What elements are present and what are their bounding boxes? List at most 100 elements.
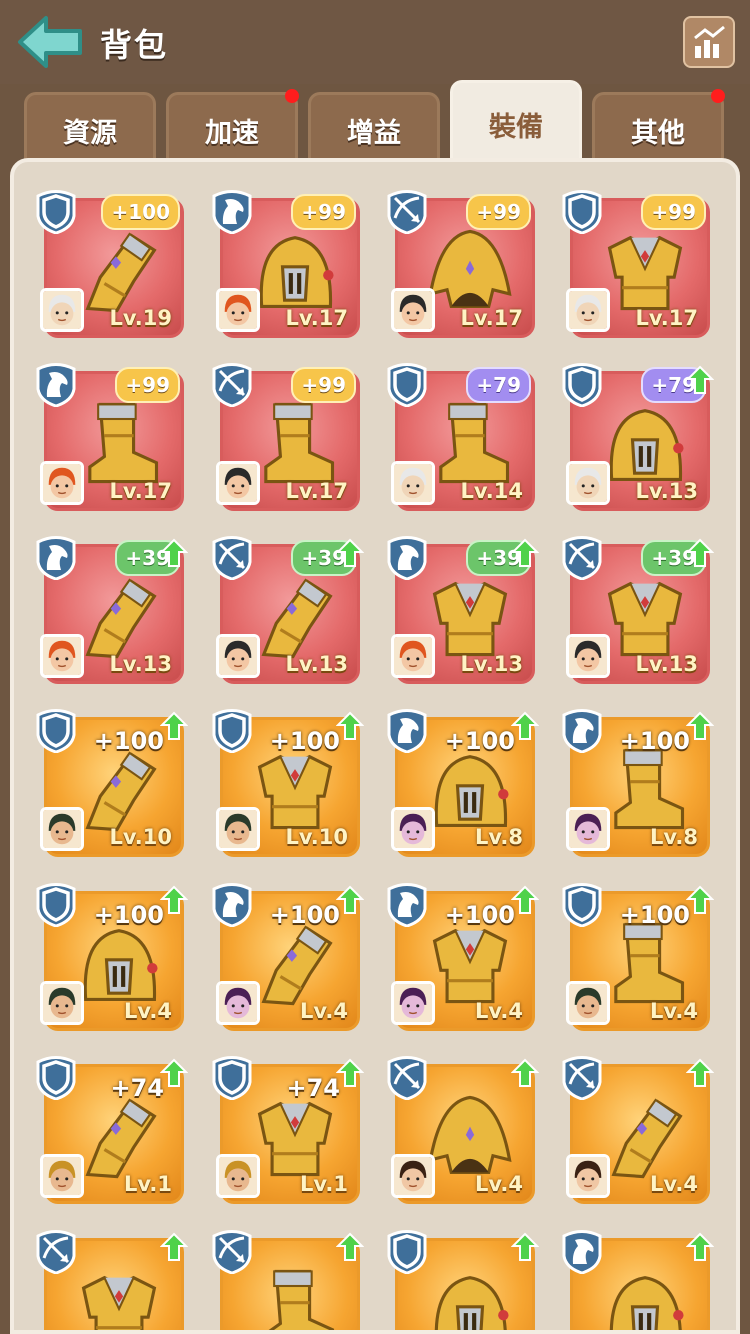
item-level: Lv.13	[635, 652, 698, 676]
item-level: Lv.4	[300, 999, 348, 1023]
back-arrow-icon	[18, 16, 82, 68]
bow-class-icon	[560, 1054, 604, 1101]
item-level: Lv.4	[650, 1172, 698, 1196]
helmet-icon	[420, 1261, 520, 1330]
item-level: Lv.1	[124, 1172, 172, 1196]
horse-class-icon	[560, 1228, 604, 1275]
bonus-badge: +99	[641, 194, 706, 230]
item-level: Lv.10	[109, 825, 172, 849]
item-level: Lv.8	[475, 825, 523, 849]
equipment-item[interactable]: +39 Lv.13	[36, 536, 189, 684]
equipment-item[interactable]: +100 Lv.4	[212, 883, 365, 1031]
item-level: Lv.14	[460, 479, 523, 503]
equipment-item[interactable]: +99 Lv.17	[36, 363, 184, 511]
hero-portrait-girl	[566, 1154, 610, 1198]
top-bar: 背包	[0, 0, 750, 84]
bow-class-icon	[34, 1228, 78, 1275]
tab-3[interactable]: 裝備	[450, 80, 582, 160]
tab-label: 資源	[63, 118, 117, 149]
upgrade-arrow-icon	[159, 711, 189, 745]
hero-portrait-boy	[216, 807, 260, 851]
equipment-item[interactable]: +74 Lv.1	[212, 1056, 365, 1204]
back-button[interactable]	[16, 14, 86, 70]
tab-bar: 資源 加速 增益 裝備 其他	[0, 80, 750, 160]
upgrade-arrow-icon	[335, 1058, 365, 1092]
item-level: Lv.17	[460, 306, 523, 330]
item-level: Lv.13	[109, 652, 172, 676]
upgrade-arrow-icon	[335, 885, 365, 919]
tab-4[interactable]: 其他	[592, 89, 725, 160]
upgrade-arrow-icon	[510, 711, 540, 745]
stats-button[interactable]	[683, 16, 735, 68]
bonus-badge: +99	[291, 367, 356, 403]
tab-label: 其他	[631, 118, 685, 149]
tab-label: 增益	[347, 118, 401, 149]
tab-0[interactable]: 資源	[24, 92, 156, 160]
tab-1[interactable]: 加速	[166, 89, 299, 160]
bonus-badge: +79	[466, 367, 531, 403]
hero-portrait-pirate	[391, 288, 435, 332]
equipment-item[interactable]	[212, 1230, 365, 1330]
horse-class-icon	[385, 881, 429, 928]
hero-portrait-spartan	[216, 1154, 260, 1198]
notification-dot	[711, 89, 725, 103]
equipment-item[interactable]: Lv.4	[562, 1056, 715, 1204]
hero-portrait-pirate	[566, 634, 610, 678]
equipment-item[interactable]: +39 Lv.13	[212, 536, 365, 684]
equipment-item[interactable]: +79 Lv.14	[387, 363, 535, 511]
bow-class-icon	[210, 534, 254, 581]
equipment-item[interactable]: +74 Lv.1	[36, 1056, 189, 1204]
equipment-item[interactable]: +100 Lv.19	[36, 190, 184, 338]
upgrade-arrow-icon	[335, 711, 365, 745]
horse-class-icon	[34, 534, 78, 581]
item-level: Lv.19	[109, 306, 172, 330]
equipment-item[interactable]: +100 Lv.10	[36, 709, 189, 857]
horse-class-icon	[34, 361, 78, 408]
shield-class-icon	[385, 1228, 429, 1275]
horse-class-icon	[210, 188, 254, 235]
equipment-item[interactable]: +99 Lv.17	[562, 190, 710, 338]
upgrade-arrow-icon	[159, 1232, 189, 1266]
tab-2[interactable]: 增益	[308, 92, 440, 160]
equipment-item[interactable]: +39 Lv.13	[562, 536, 715, 684]
equipment-item[interactable]: +100 Lv.8	[387, 709, 540, 857]
bonus-badge: +100	[101, 194, 180, 230]
chest-icon	[69, 1261, 169, 1330]
horse-class-icon	[560, 707, 604, 754]
item-level: Lv.4	[124, 999, 172, 1023]
equipment-item[interactable]	[562, 1230, 715, 1330]
upgrade-arrow-icon	[685, 711, 715, 745]
shield-class-icon	[34, 188, 78, 235]
equipment-item[interactable]	[387, 1230, 540, 1330]
equipment-item[interactable]: Lv.4	[387, 1056, 540, 1204]
equipment-item[interactable]: +100 Lv.8	[562, 709, 715, 857]
shield-class-icon	[560, 361, 604, 408]
item-level: Lv.10	[285, 825, 348, 849]
bow-class-icon	[385, 1054, 429, 1101]
item-level: Lv.17	[285, 479, 348, 503]
equipment-item[interactable]: +100 Lv.4	[36, 883, 189, 1031]
equipment-item[interactable]: +100 Lv.4	[387, 883, 540, 1031]
item-level: Lv.4	[475, 1172, 523, 1196]
upgrade-arrow-icon	[685, 1058, 715, 1092]
item-level: Lv.17	[285, 306, 348, 330]
hero-portrait-old	[566, 461, 610, 505]
equipment-item[interactable]: +39 Lv.13	[387, 536, 540, 684]
shield-class-icon	[210, 1054, 254, 1101]
upgrade-arrow-icon	[335, 538, 365, 572]
horse-class-icon	[210, 881, 254, 928]
hero-portrait-pirate	[216, 634, 260, 678]
equipment-item[interactable]	[36, 1230, 189, 1330]
equipment-item[interactable]: +79 Lv.13	[562, 363, 715, 511]
bonus-badge: +99	[291, 194, 356, 230]
equipment-item[interactable]: +100 Lv.10	[212, 709, 365, 857]
equipment-item[interactable]: +99 Lv.17	[212, 363, 360, 511]
tab-label: 加速	[205, 118, 259, 149]
equipment-item[interactable]: +99 Lv.17	[387, 190, 535, 338]
item-level: Lv.13	[460, 652, 523, 676]
upgrade-arrow-icon	[510, 1058, 540, 1092]
bow-class-icon	[560, 534, 604, 581]
upgrade-arrow-icon	[335, 1232, 365, 1266]
equipment-item[interactable]: +99 Lv.17	[212, 190, 360, 338]
equipment-item[interactable]: +100 Lv.4	[562, 883, 715, 1031]
